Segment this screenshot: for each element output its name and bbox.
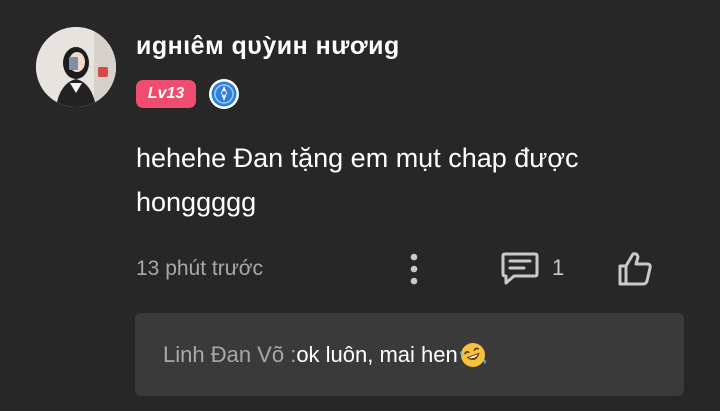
- reply-button[interactable]: 1: [500, 250, 564, 286]
- reply-author[interactable]: Linh Đan Võ :: [163, 342, 296, 368]
- comment-card: иgнιêм qυỳин нươиg Lv13 hehehe Đan tặng …: [0, 0, 720, 411]
- reply-preview[interactable]: Linh Đan Võ : ok luôn, mai hen: [135, 313, 684, 396]
- avatar-image: [36, 27, 116, 107]
- badges: Lv13: [136, 78, 240, 110]
- timestamp: 13 phút trước: [136, 257, 264, 280]
- laughing-emoji-icon: [459, 342, 486, 367]
- username[interactable]: иgнιêм qυỳин нươиg: [136, 32, 400, 61]
- comment-bubble-icon: [501, 252, 539, 285]
- rank-badge-icon: [209, 79, 239, 109]
- reply-text: ok luôn, mai hen: [296, 341, 458, 367]
- comment-body: hehehe Đan tặng em mụt chap được hongggg…: [136, 143, 579, 217]
- comment-footer: 13 phút trước 1: [136, 250, 676, 290]
- reply-count: 1: [552, 255, 565, 280]
- level-badge: Lv13: [136, 80, 196, 108]
- thumbs-up-icon[interactable]: [616, 250, 654, 288]
- vertical-dots-icon[interactable]: [402, 252, 426, 286]
- avatar[interactable]: [36, 27, 116, 107]
